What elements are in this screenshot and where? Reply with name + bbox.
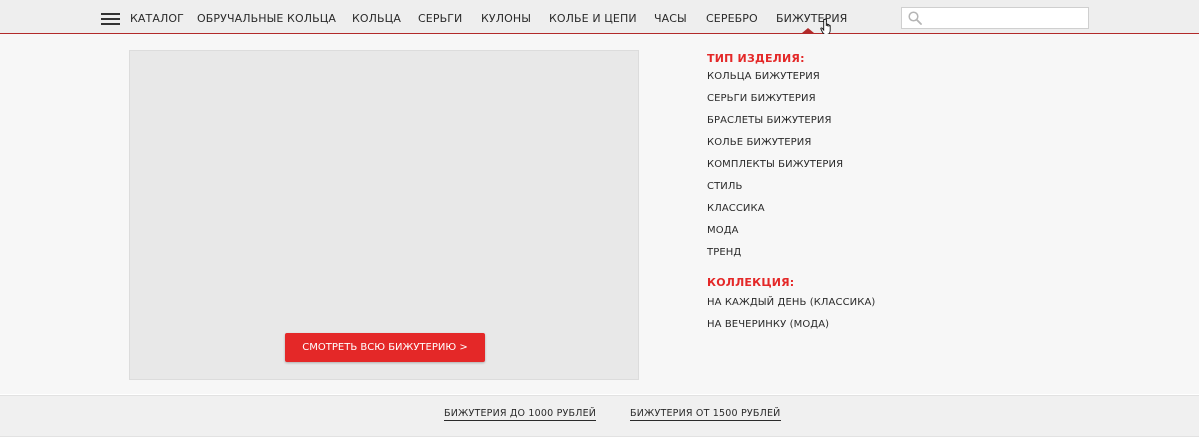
nav-item-necklaces-chains[interactable]: КОЛЬЕ И ЦЕПИ	[549, 12, 637, 26]
link-bracelets-jewelry[interactable]: БРАСЛЕТЫ БИЖУТЕРИЯ	[707, 115, 832, 126]
search-box[interactable]	[901, 7, 1089, 29]
nav-item-pendants[interactable]: КУЛОНЫ	[481, 12, 531, 26]
link-trend[interactable]: ТРЕНД	[707, 247, 741, 258]
jewelry-dropdown-panel: СМОТРЕТЬ ВСЮ БИЖУТЕРИЮ > ТИП ИЗДЕЛИЯ: КО…	[0, 34, 1199, 394]
nav-item-silver[interactable]: СЕРЕБРО	[706, 12, 758, 26]
nav-item-wedding-rings[interactable]: ОБРУЧАЛЬНЫЕ КОЛЬЦА	[197, 12, 336, 26]
view-all-jewelry-button[interactable]: СМОТРЕТЬ ВСЮ БИЖУТЕРИЮ >	[285, 333, 485, 362]
menu-icon[interactable]	[101, 13, 120, 26]
nav-item-rings[interactable]: КОЛЬЦА	[352, 12, 401, 26]
link-sets-jewelry[interactable]: КОМПЛЕКТЫ БИЖУТЕРИЯ	[707, 159, 843, 170]
price-links-strip: БИЖУТЕРИЯ ДО 1000 РУБЛЕЙ БИЖУТЕРИЯ ОТ 15…	[0, 395, 1199, 437]
search-input[interactable]	[928, 10, 1087, 28]
catalog-menu-label[interactable]: КАТАЛОГ	[130, 12, 184, 26]
type-section-title: ТИП ИЗДЕЛИЯ:	[707, 52, 805, 65]
link-everyday-classic[interactable]: НА КАЖДЫЙ ДЕНЬ (КЛАССИКА)	[707, 297, 875, 308]
search-icon[interactable]	[908, 11, 922, 25]
link-party-fashion[interactable]: НА ВЕЧЕРИНКУ (МОДА)	[707, 319, 829, 330]
link-jewelry-over-1500[interactable]: БИЖУТЕРИЯ ОТ 1500 РУБЛЕЙ	[630, 408, 781, 421]
collection-section-title: КОЛЛЕКЦИЯ:	[707, 276, 795, 289]
link-earrings-jewelry[interactable]: СЕРЬГИ БИЖУТЕРИЯ	[707, 93, 816, 104]
nav-item-earrings[interactable]: СЕРЬГИ	[418, 12, 462, 26]
top-navigation-bar: КАТАЛОГ ОБРУЧАЛЬНЫЕ КОЛЬЦА КОЛЬЦА СЕРЬГИ…	[0, 0, 1199, 35]
link-rings-jewelry[interactable]: КОЛЬЦА БИЖУТЕРИЯ	[707, 71, 820, 82]
link-style[interactable]: СТИЛЬ	[707, 181, 742, 192]
link-fashion[interactable]: МОДА	[707, 225, 739, 236]
link-necklace-jewelry[interactable]: КОЛЬЕ БИЖУТЕРИЯ	[707, 137, 811, 148]
link-classic[interactable]: КЛАССИКА	[707, 203, 765, 214]
active-nav-indicator	[802, 28, 814, 33]
promo-image-area: СМОТРЕТЬ ВСЮ БИЖУТЕРИЮ >	[129, 50, 639, 380]
nav-item-jewelry[interactable]: БИЖУТЕРИЯ	[776, 12, 847, 26]
link-jewelry-under-1000[interactable]: БИЖУТЕРИЯ ДО 1000 РУБЛЕЙ	[444, 408, 597, 421]
nav-item-watches[interactable]: ЧАСЫ	[654, 12, 687, 26]
